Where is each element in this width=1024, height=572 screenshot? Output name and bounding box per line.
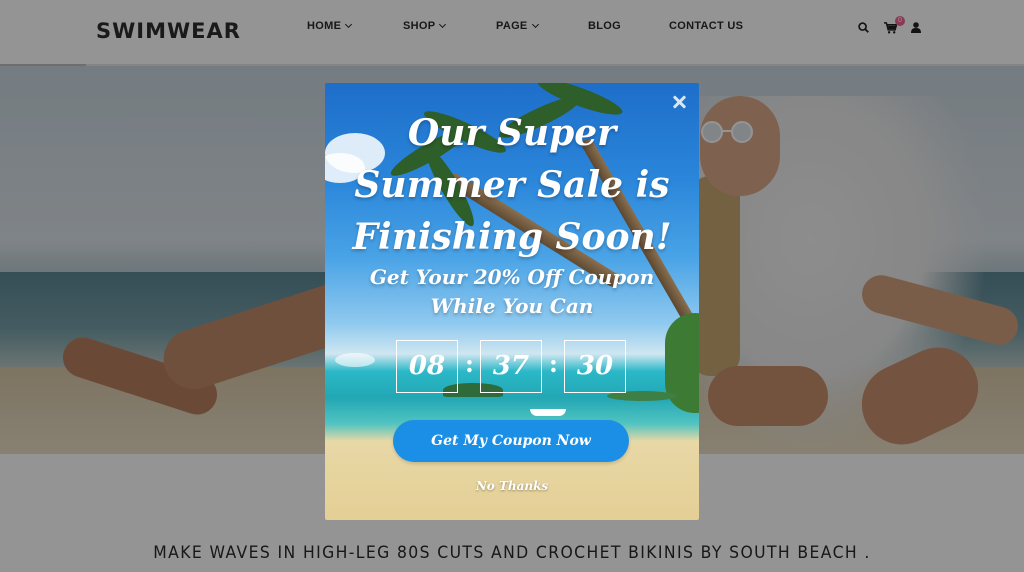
popup-title-line: Our Super (407, 112, 617, 154)
no-thanks-link[interactable]: No Thanks (325, 479, 699, 493)
coupon-popup: Our Super Summer Sale is Finishing Soon!… (325, 83, 699, 520)
popup-title-line: Finishing Soon! (352, 216, 672, 258)
get-coupon-button[interactable]: Get My Coupon Now (393, 420, 629, 462)
countdown-separator: : (549, 349, 558, 378)
popup-title-line: Summer Sale is (354, 164, 670, 206)
countdown-hours: 08 (396, 340, 458, 393)
countdown-minutes: 37 (480, 340, 542, 393)
countdown-seconds: 30 (564, 340, 626, 393)
popup-subtitle: Get Your 20% Off Coupon While You Can (325, 263, 699, 321)
cloud (335, 353, 375, 367)
countdown-separator: : (465, 349, 474, 378)
popup-subtitle-line: While You Can (430, 294, 594, 318)
boat (530, 409, 566, 416)
popup-subtitle-line: Get Your 20% Off Coupon (369, 265, 655, 289)
popup-title: Our Super Summer Sale is Finishing Soon! (325, 107, 699, 263)
